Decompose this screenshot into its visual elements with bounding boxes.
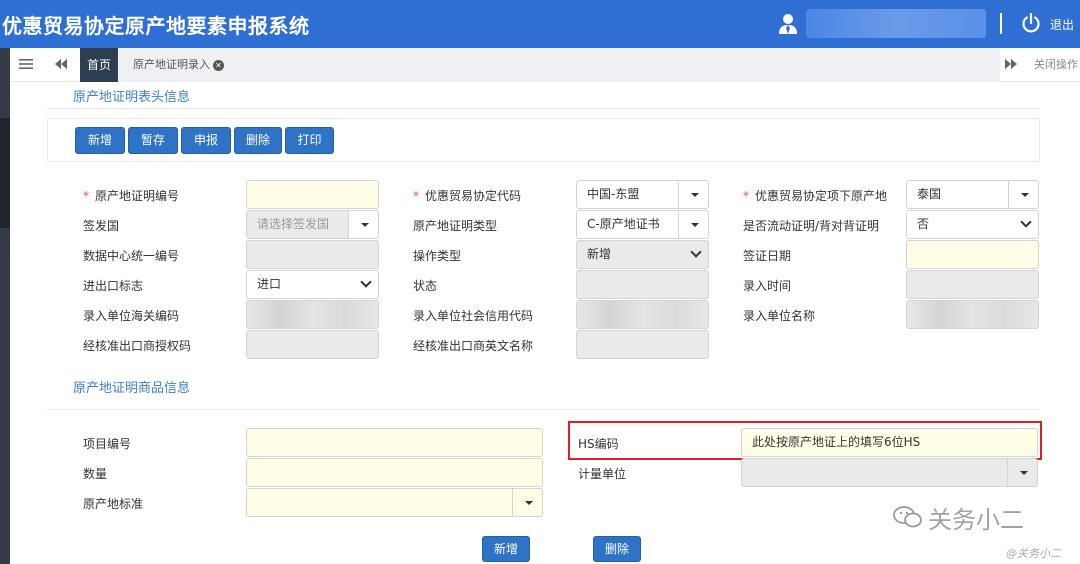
dropdown-arrow-icon[interactable] [1007, 459, 1037, 486]
entry-unit-credit-code-label: 录入单位社会信用代码 [413, 309, 534, 323]
origin-under-agreement-label: * 优惠贸易协定项下原产地 [743, 189, 888, 203]
movement-cert-label: 是否流动证明/背对背证明 [743, 219, 880, 233]
data-center-id-label: 数据中心统一编号 [83, 249, 180, 263]
entry-time-label: 录入时间 [743, 279, 792, 293]
dropdown-arrow-icon[interactable] [1008, 181, 1038, 208]
entry-unit-credit-code-field [576, 300, 709, 329]
entry-unit-customs-code-field [246, 300, 379, 329]
watermark-text: 关务小二 [928, 506, 1024, 534]
dropdown-arrow-icon[interactable] [678, 181, 708, 208]
cert-no-label: * 原产地证明编号 [83, 189, 180, 203]
operation-type-select[interactable]: 新增 [576, 240, 709, 269]
chevron-down-icon [360, 276, 372, 288]
dropdown-arrow-icon[interactable] [512, 489, 542, 516]
movement-cert-value: 否 [917, 217, 930, 231]
operation-type-label: 操作类型 [413, 249, 462, 263]
approved-exporter-auth-code-label: 经核准出口商授权码 [83, 339, 192, 353]
cert-header-section-title: 原产地证明表头信息 [73, 90, 191, 105]
operation-type-value: 新增 [587, 247, 612, 261]
tab-cert-entry-label: 原产地证明录入 [133, 58, 210, 71]
declare-button[interactable]: 申报 [181, 127, 231, 154]
app-title: 优惠贸易协定原产地要素申报系统 [2, 14, 310, 38]
item-no-label: 项目编号 [83, 437, 132, 451]
hs-code-highlight [568, 421, 1042, 460]
tab-scroll-left-icon[interactable] [54, 58, 68, 70]
tab-cert-entry[interactable]: 原产地证明录入 ✕ [118, 48, 232, 82]
ie-flag-label: 进出口标志 [83, 279, 144, 293]
watermark-small-text: @关务小二 [1006, 547, 1061, 560]
sidebar-collapsed [0, 48, 10, 564]
delete-cert-button[interactable]: 删除 [234, 127, 282, 154]
tab-bar: 首页 原产地证明录入 ✕ 关闭操作 [10, 48, 1080, 82]
top-bar: 优惠贸易协定原产地要素申报系统 退出 [0, 0, 1080, 48]
movement-cert-select[interactable]: 否 [906, 210, 1039, 239]
origin-criterion-label: 原产地标准 [83, 497, 144, 511]
save-draft-button[interactable]: 暂存 [128, 127, 178, 154]
tab-scroll-right-icon[interactable] [1004, 58, 1018, 70]
entry-unit-name-label: 录入单位名称 [743, 309, 816, 323]
unit-select[interactable] [741, 458, 1038, 487]
entry-unit-name-field [906, 300, 1039, 329]
menu-toggle-icon[interactable] [18, 56, 34, 72]
status-label: 状态 [413, 279, 438, 293]
approved-exporter-en-name-label: 经核准出口商英文名称 [413, 339, 534, 353]
power-icon[interactable] [1021, 13, 1041, 33]
user-icon [779, 14, 797, 34]
unit-label: 计量单位 [578, 467, 627, 481]
approved-exporter-en-name-field [576, 330, 709, 359]
agreement-code-value: 中国-东盟 [587, 187, 640, 201]
item-no-input[interactable] [246, 428, 543, 457]
header-divider [1000, 13, 1002, 34]
issuing-country-placeholder: 请选择签发国 [257, 217, 330, 231]
tab-close-icon[interactable]: ✕ [213, 59, 224, 71]
quantity-label: 数量 [83, 467, 108, 481]
print-button[interactable]: 打印 [285, 127, 334, 154]
ie-flag-value: 进口 [257, 277, 282, 291]
tab-strip-empty [232, 48, 1000, 82]
dropdown-arrow-icon[interactable] [348, 211, 378, 238]
quantity-input[interactable] [246, 458, 543, 487]
status-field [576, 270, 709, 299]
delete-goods-button[interactable]: 删除 [593, 536, 641, 562]
issue-date-label: 签证日期 [743, 249, 792, 263]
issuing-country-label: 签发国 [83, 219, 120, 233]
cert-type-label: 原产地证明类型 [413, 219, 498, 233]
origin-country-value: 泰国 [917, 187, 942, 201]
issuing-country-select[interactable]: 请选择签发国 [246, 210, 379, 239]
close-operations-menu[interactable]: 关闭操作 [1034, 48, 1080, 82]
chevron-down-icon [1020, 216, 1032, 228]
origin-country-select[interactable]: 泰国 [906, 180, 1039, 209]
agreement-code-label: * 优惠贸易协定代码 [413, 189, 522, 203]
tab-home[interactable]: 首页 [80, 48, 118, 82]
ie-flag-select[interactable]: 进口 [246, 270, 379, 299]
data-center-id-field [246, 240, 379, 269]
chevron-down-icon [690, 246, 702, 258]
add-goods-button[interactable]: 新增 [482, 536, 530, 562]
cert-type-value: C-原产地证书 [587, 217, 660, 231]
entry-unit-customs-code-label: 录入单位海关编码 [83, 309, 180, 323]
cert-header-toolbar: 新增 暂存 申报 删除 打印 [47, 118, 1040, 162]
add-cert-button[interactable]: 新增 [75, 127, 125, 154]
logout-link[interactable]: 退出 [1050, 16, 1074, 33]
issue-date-input[interactable] [906, 240, 1039, 269]
entry-time-field [906, 270, 1039, 299]
cert-type-select[interactable]: C-原产地证书 [576, 210, 709, 239]
goods-section-title: 原产地证明商品信息 [73, 381, 191, 396]
wechat-icon [893, 506, 922, 528]
approved-exporter-auth-code-field [246, 330, 379, 359]
user-name-redacted[interactable] [806, 9, 986, 38]
section-divider [47, 108, 1040, 109]
origin-criterion-select[interactable] [246, 488, 543, 517]
cert-no-input[interactable] [246, 180, 379, 209]
dropdown-arrow-icon[interactable] [678, 211, 708, 238]
agreement-code-select[interactable]: 中国-东盟 [576, 180, 709, 209]
